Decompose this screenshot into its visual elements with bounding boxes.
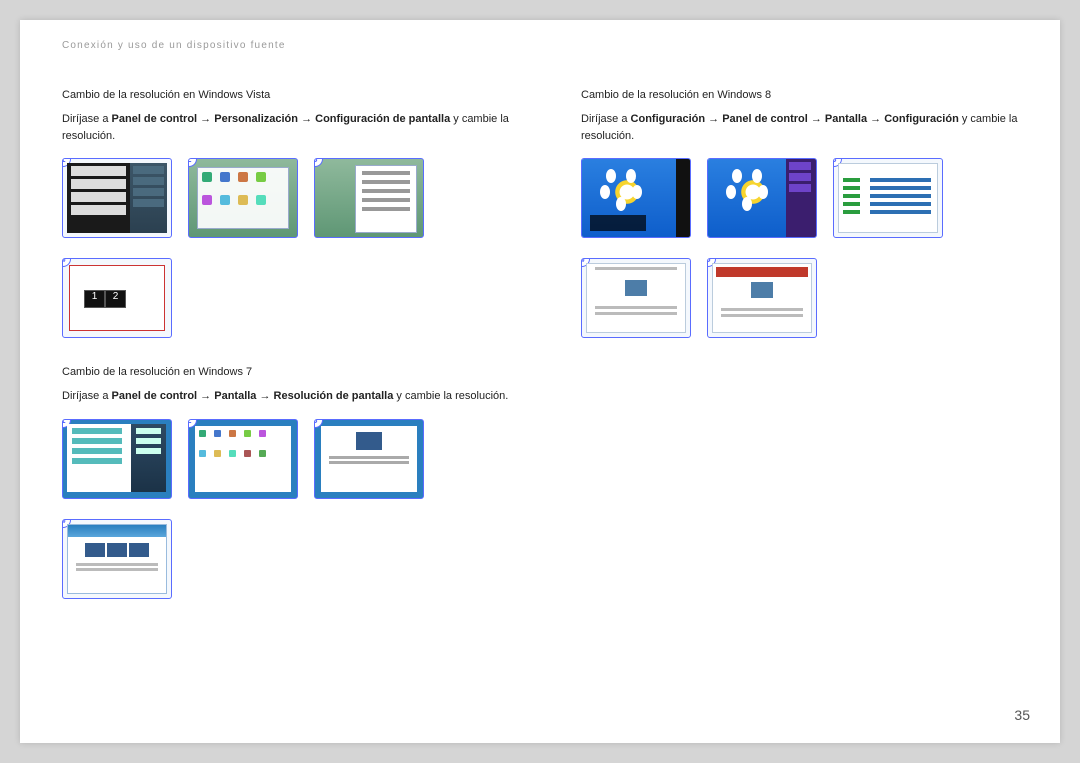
- w7-step-4: 4: [62, 519, 172, 599]
- w8-step-3: 3: [833, 158, 943, 238]
- w7-step-1: 1: [62, 419, 172, 499]
- arrow-icon: →: [200, 390, 214, 402]
- w7-step-2: 2: [188, 419, 298, 499]
- w8-step-1: 1: [581, 158, 691, 238]
- arrow-icon: →: [811, 113, 825, 125]
- vista-title: Cambio de la resolución en Windows Vista: [62, 89, 511, 101]
- w7-title: Cambio de la resolución en Windows 7: [62, 366, 511, 378]
- chapter-heading: Conexión y uso de un dispositivo fuente: [62, 40, 1030, 51]
- w8-step-5: 5: [707, 258, 817, 338]
- vista-step-2: 2: [188, 158, 298, 238]
- manual-page: Conexión y uso de un dispositivo fuente …: [20, 20, 1060, 743]
- vista-instruction: Diríjase a Panel de control → Personaliz…: [62, 111, 511, 144]
- arrow-icon: →: [259, 390, 273, 402]
- vista-step-3: 3: [314, 158, 424, 238]
- step-badge: 3: [314, 158, 323, 167]
- w8-step-4: 4: [581, 258, 691, 338]
- right-column: Cambio de la resolución en Windows 8 Dir…: [581, 89, 1030, 627]
- left-column: Cambio de la resolución en Windows Vista…: [62, 89, 511, 627]
- vista-step-4: 4 12: [62, 258, 172, 338]
- arrow-icon: →: [200, 113, 214, 125]
- w8-title: Cambio de la resolución en Windows 8: [581, 89, 1030, 101]
- vista-steps: 1 2 3 4 12: [62, 158, 511, 338]
- w8-steps: 1 2: [581, 158, 1030, 338]
- w8-instruction: Diríjase a Configuración → Panel de cont…: [581, 111, 1030, 144]
- vista-step-1: 1: [62, 158, 172, 238]
- arrow-icon: →: [708, 113, 722, 125]
- w7-instruction: Diríjase a Panel de control → Pantalla →…: [62, 388, 511, 405]
- arrow-icon: →: [301, 113, 315, 125]
- w7-steps: 1 2 3 4: [62, 419, 511, 599]
- step-badge: 2: [188, 158, 197, 167]
- page-number: 35: [1014, 707, 1030, 723]
- w7-step-3: 3: [314, 419, 424, 499]
- w8-step-2: 2: [707, 158, 817, 238]
- arrow-icon: →: [870, 113, 884, 125]
